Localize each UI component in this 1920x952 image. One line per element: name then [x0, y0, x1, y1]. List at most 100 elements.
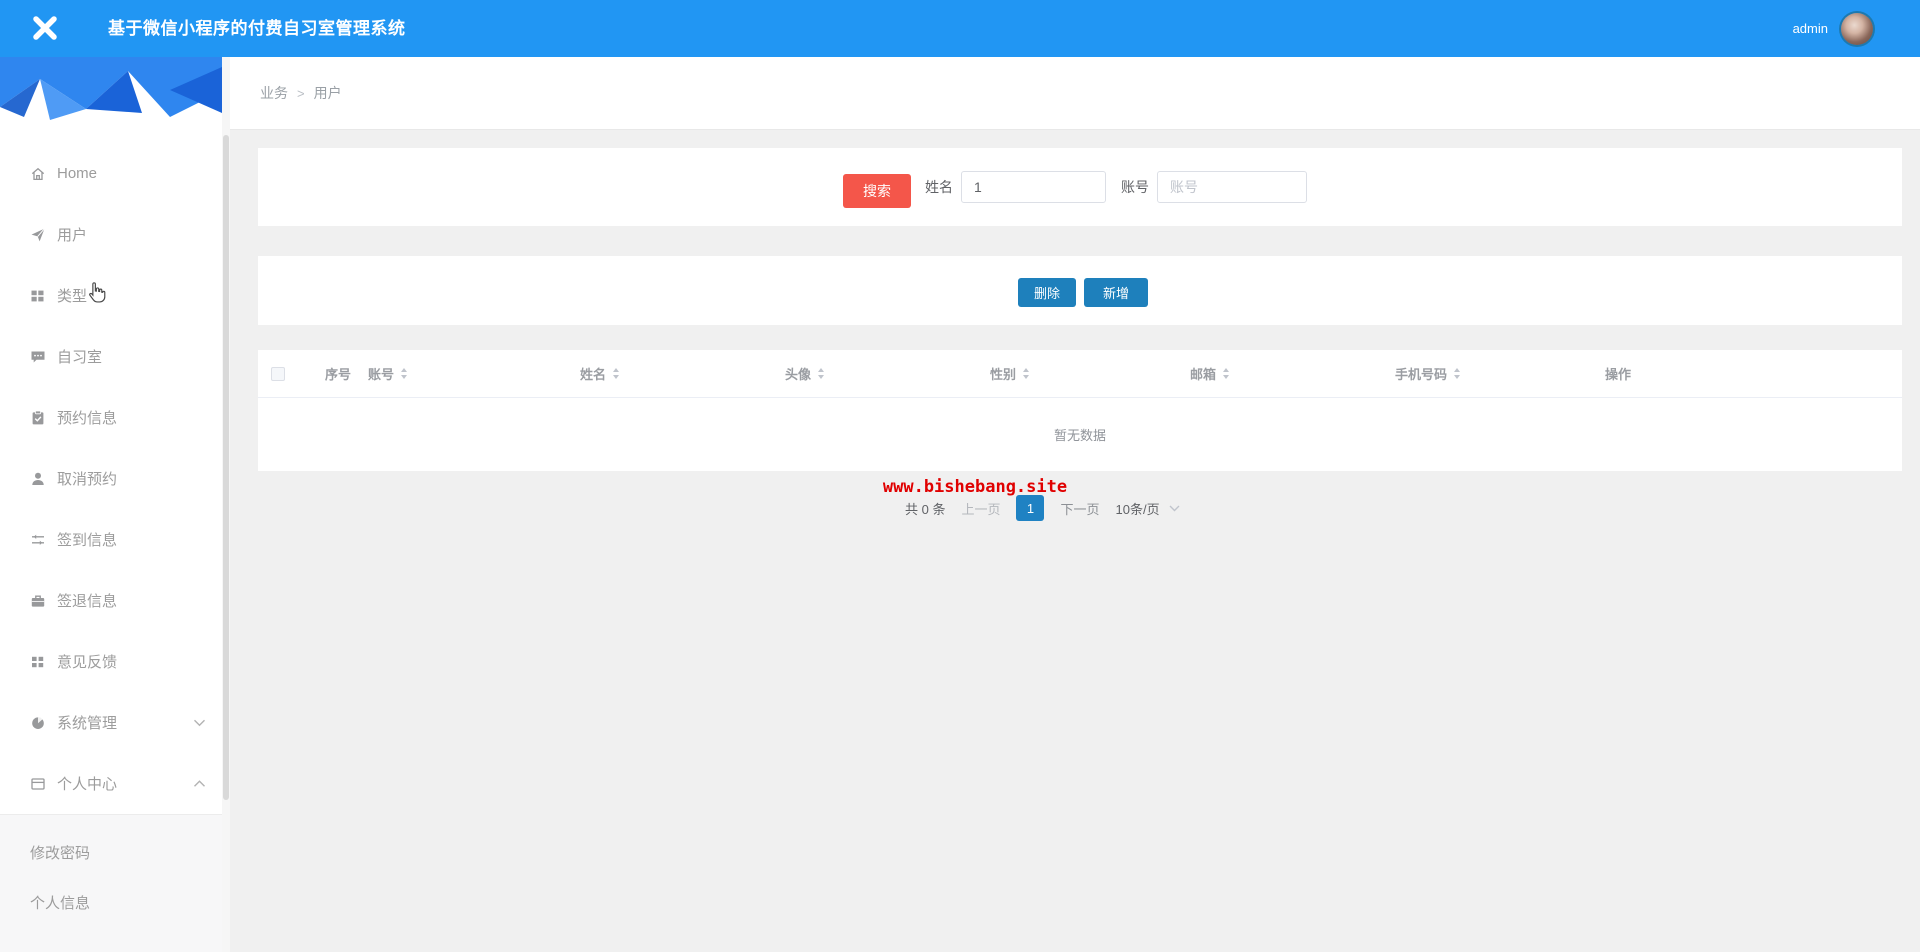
breadcrumb-section: 业务	[260, 85, 288, 101]
main-content: 业务 > 用户 搜索 姓名 账号 删除 新增 序号	[230, 57, 1920, 952]
column-label: 性别	[990, 367, 1017, 382]
pagination-next-button[interactable]: 下一页	[1060, 499, 1099, 518]
sidebar: Home 用户 类型 自习室 预约信息 取消预约 签到信息 签退信息 意见反馈 …	[0, 57, 222, 952]
sidebar-item-label: 用户	[57, 227, 88, 244]
chevron-down-icon	[194, 719, 205, 726]
sidebar-item-home[interactable]: Home	[0, 143, 222, 204]
pagination-total: 共 0 条	[905, 501, 946, 517]
column-label: 头像	[785, 367, 812, 382]
sort-caret-icon[interactable]	[1452, 367, 1462, 380]
sidebar-banner-image	[0, 57, 222, 130]
delete-button[interactable]: 删除	[1018, 278, 1076, 307]
name-field-label: 姓名	[925, 179, 953, 195]
clipboard-check-icon	[32, 410, 44, 424]
pagination: 共 0 条 上一页 1 下一页 10条/页	[905, 494, 1180, 522]
page-size-value: 10条/页	[1115, 501, 1160, 517]
sidebar-item-label: 意见反馈	[57, 654, 118, 671]
sidebar-item-label: 类型	[57, 288, 88, 305]
users-table: 序号 账号 姓名 头像 性别 邮箱 手机号码 操作 暂无数据	[258, 350, 1902, 471]
sidebar-item-label: 自习室	[57, 349, 103, 366]
search-button[interactable]: 搜索	[843, 174, 911, 208]
sidebar-item-label: 签到信息	[57, 532, 118, 549]
column-header-phone[interactable]: 手机号码	[1395, 364, 1605, 383]
sidebar-item-system[interactable]: 系统管理	[0, 692, 222, 753]
column-header-index: 序号	[310, 364, 368, 383]
sidebar-item-label: 系统管理	[57, 715, 118, 732]
avatar[interactable]	[1841, 12, 1873, 45]
pagination-page-1[interactable]: 1	[1016, 495, 1045, 521]
sidebar-item-reservations[interactable]: 预约信息	[0, 387, 222, 448]
top-header-bar: 基于微信小程序的付费自习室管理系统 admin	[0, 0, 1920, 57]
table-header-row: 序号 账号 姓名 头像 性别 邮箱 手机号码 操作	[258, 350, 1902, 398]
column-label: 手机号码	[1395, 367, 1448, 382]
th-grid-icon	[32, 656, 44, 667]
sidebar-subitem-change-password[interactable]: 修改密码	[0, 829, 222, 879]
sidebar-scrollbar[interactable]	[222, 57, 230, 952]
actions-panel: 删除 新增	[258, 256, 1902, 325]
column-header-email[interactable]: 邮箱	[1190, 364, 1395, 383]
sidebar-item-checkin[interactable]: 签到信息	[0, 509, 222, 570]
briefcase-icon	[31, 595, 45, 607]
name-input[interactable]	[961, 171, 1106, 203]
column-label: 操作	[1605, 367, 1632, 382]
select-all-cell	[258, 366, 310, 381]
home-icon	[31, 167, 45, 180]
page-size-select[interactable]: 10条/页	[1116, 499, 1180, 518]
sort-caret-icon[interactable]	[399, 367, 409, 380]
pagination-prev-button[interactable]: 上一页	[961, 499, 1000, 518]
column-header-name[interactable]: 姓名	[580, 364, 785, 383]
sidebar-item-types[interactable]: 类型	[0, 265, 222, 326]
send-icon	[31, 227, 45, 241]
column-label: 账号	[368, 367, 395, 382]
sidebar-item-label: 预约信息	[57, 410, 118, 427]
breadcrumb-separator: >	[297, 85, 305, 101]
sidebar-submenu: 修改密码 个人信息	[0, 814, 222, 952]
sliders-icon	[32, 534, 44, 545]
dropdown-arrow-icon	[1169, 505, 1180, 511]
column-header-operations: 操作	[1605, 364, 1902, 383]
grid-icon	[31, 290, 44, 301]
sidebar-subitem-personal-info[interactable]: 个人信息	[0, 879, 222, 929]
sidebar-item-label: 取消预约	[57, 471, 118, 488]
chevron-up-icon	[194, 779, 205, 787]
sort-caret-icon[interactable]	[816, 367, 826, 380]
sidebar-menu: Home 用户 类型 自习室 预约信息 取消预约 签到信息 签退信息 意见反馈 …	[0, 143, 222, 814]
column-label: 邮箱	[1190, 367, 1217, 382]
username-label: admin	[1792, 21, 1828, 36]
sidebar-item-users[interactable]: 用户	[0, 204, 222, 265]
circle-icon	[32, 716, 44, 729]
sidebar-item-cancel-reservation[interactable]: 取消预约	[0, 448, 222, 509]
sidebar-scrollbar-thumb[interactable]	[223, 135, 229, 800]
app-window: 基于微信小程序的付费自习室管理系统 admin Home 用户 类型 自习室 预…	[0, 0, 1920, 952]
column-header-account[interactable]: 账号	[368, 364, 580, 383]
sidebar-item-label: 个人中心	[57, 776, 118, 793]
sidebar-item-personal-center[interactable]: 个人中心	[0, 753, 222, 814]
add-button[interactable]: 新增	[1084, 278, 1148, 307]
sort-caret-icon[interactable]	[1021, 367, 1031, 380]
account-input[interactable]	[1157, 171, 1307, 203]
comment-icon	[31, 351, 45, 362]
column-header-photo[interactable]: 头像	[785, 364, 990, 383]
sidebar-item-label: Home	[57, 165, 98, 182]
column-label: 姓名	[580, 367, 607, 382]
sort-caret-icon[interactable]	[1221, 367, 1231, 380]
sort-caret-icon[interactable]	[611, 367, 621, 380]
breadcrumb: 业务 > 用户	[260, 83, 342, 103]
search-panel: 搜索 姓名 账号	[258, 148, 1902, 226]
user-icon	[32, 472, 44, 485]
sidebar-item-checkout[interactable]: 签退信息	[0, 570, 222, 631]
breadcrumb-bar: 业务 > 用户	[230, 57, 1920, 130]
account-field-label: 账号	[1121, 179, 1149, 195]
window-icon	[31, 777, 45, 790]
column-header-gender[interactable]: 性别	[990, 364, 1190, 383]
select-all-checkbox[interactable]	[271, 366, 285, 381]
table-empty-state: 暂无数据	[1053, 427, 1106, 443]
column-label: 序号	[325, 367, 352, 382]
sidebar-item-label: 签退信息	[57, 593, 118, 610]
breadcrumb-current: 用户	[313, 85, 342, 101]
user-area: admin	[1793, 0, 1873, 57]
x-logo-icon[interactable]	[30, 13, 60, 43]
sidebar-item-studyroom[interactable]: 自习室	[0, 326, 222, 387]
sidebar-item-feedback[interactable]: 意见反馈	[0, 631, 222, 692]
page-title: 基于微信小程序的付费自习室管理系统	[108, 19, 406, 38]
